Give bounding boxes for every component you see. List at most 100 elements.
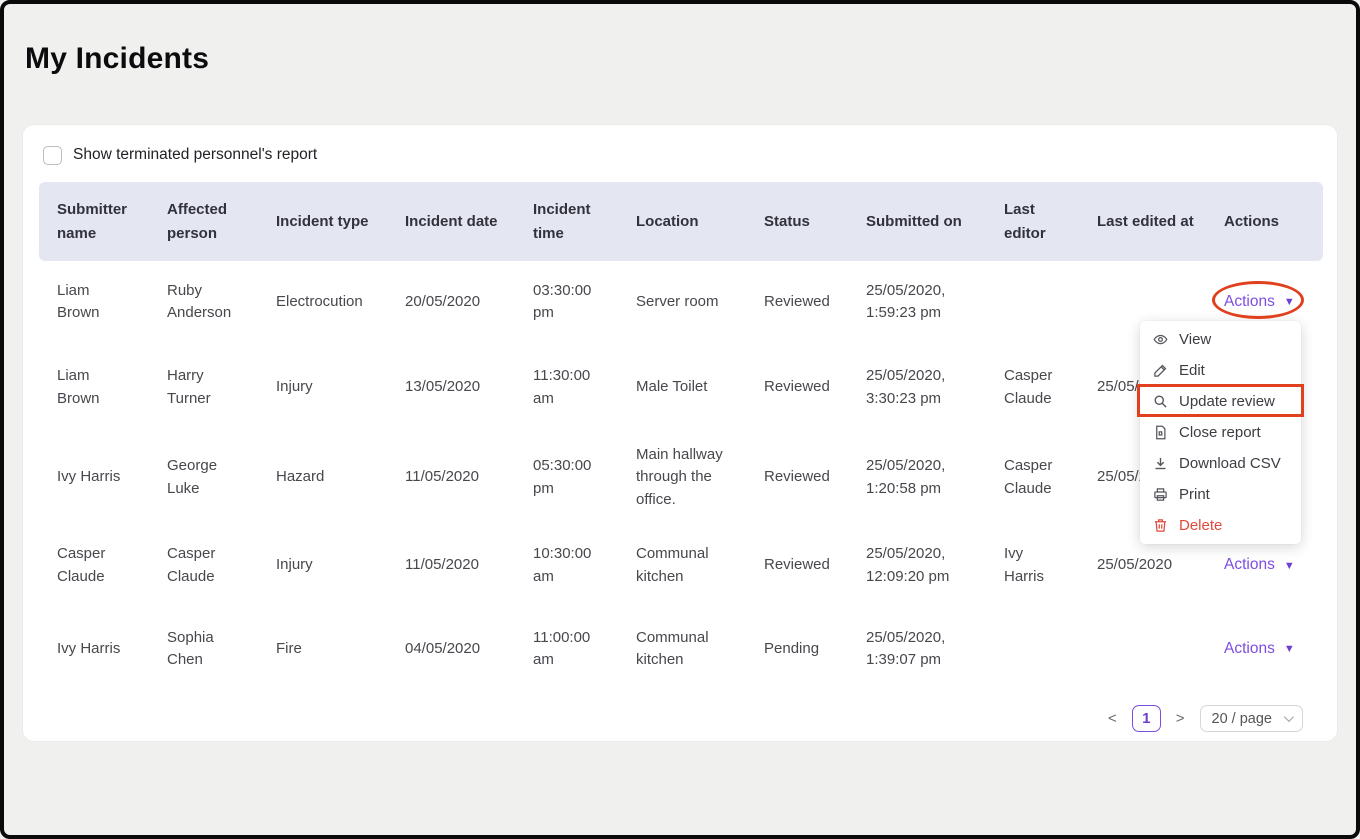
- cell-submitter-name: Ivy Harris: [57, 639, 121, 657]
- cell-submitted-on: 25/05/2020, 1:59:23 pm: [866, 281, 946, 322]
- cell-submitter-name: Liam Brown: [57, 367, 100, 407]
- actions-button-label: Actions: [1224, 556, 1275, 574]
- menu-item-label: View: [1179, 331, 1212, 348]
- col-header-incident-type: Incident type: [276, 212, 369, 230]
- trash-icon: [1154, 519, 1167, 532]
- actions-button-label: Actions: [1224, 292, 1275, 310]
- cell-status: Reviewed: [764, 378, 830, 396]
- cell-submitted-on: 25/05/2020, 12:09:20 pm: [866, 545, 950, 585]
- eye-icon: [1153, 334, 1168, 345]
- menu-item-view[interactable]: View: [1140, 324, 1301, 355]
- cell-incident-type: Electrocution: [276, 292, 363, 310]
- cell-incident-time: 10:30:00 am: [533, 545, 592, 585]
- cell-status: Pending: [764, 639, 820, 657]
- menu-item-label: Update review: [1179, 393, 1275, 410]
- cell-affected-person: George Luke: [167, 457, 218, 497]
- menu-item-label: Delete: [1179, 517, 1223, 534]
- pagination-prev-button[interactable]: <: [1104, 708, 1121, 729]
- menu-item-label: Close report: [1179, 424, 1261, 441]
- cell-incident-date: 20/05/2020: [405, 292, 481, 310]
- cell-incident-time: 03:30:00 pm: [533, 281, 592, 322]
- cell-submitter-name: Liam Brown: [57, 281, 100, 322]
- cell-incident-date: 11/05/2020: [405, 556, 479, 574]
- cell-submitter-name: Ivy Harris: [57, 468, 121, 486]
- menu-item-print[interactable]: Print: [1140, 479, 1301, 510]
- col-header-status: Status: [764, 212, 810, 230]
- cell-status: Reviewed: [764, 468, 830, 486]
- pencil-icon: [1154, 364, 1167, 377]
- incidents-table: Submitter name Affected person Incident …: [39, 182, 1323, 690]
- page-title: My Incidents: [25, 42, 210, 75]
- menu-item-label: Download CSV: [1179, 455, 1281, 472]
- cell-incident-type: Injury: [276, 378, 313, 396]
- cell-submitted-on: 25/05/2020, 1:20:58 pm: [866, 457, 946, 497]
- menu-item-download-csv[interactable]: Download CSV: [1140, 448, 1301, 479]
- menu-item-edit[interactable]: Edit: [1140, 355, 1301, 386]
- pagination-page-1[interactable]: 1: [1131, 705, 1161, 732]
- col-header-submitter-name: Submitter name: [57, 201, 128, 242]
- cell-last-editor: Casper Claude: [1004, 457, 1053, 497]
- cell-location: Communal kitchen: [636, 628, 709, 669]
- cell-incident-time: 11:30:00 am: [533, 367, 591, 407]
- cell-last-edited-at: [1079, 608, 1206, 690]
- pagination: < 1 > 20 / page: [39, 705, 1303, 732]
- show-terminated-label: Show terminated personnel's report: [73, 146, 318, 163]
- cell-status: Reviewed: [764, 556, 830, 574]
- show-terminated-checkbox[interactable]: [43, 145, 62, 165]
- col-header-location: Location: [636, 212, 699, 230]
- cell-submitter-name: Casper Claude: [57, 545, 106, 585]
- actions-button-label: Actions: [1224, 639, 1275, 657]
- cell-incident-date: 11/05/2020: [405, 468, 479, 486]
- caret-down-icon: ▼: [1283, 296, 1295, 309]
- cell-affected-person: Harry Turner: [167, 367, 211, 407]
- menu-item-label: Print: [1179, 486, 1210, 503]
- cell-incident-date: 04/05/2020: [405, 639, 481, 657]
- printer-icon: [1154, 488, 1167, 501]
- cell-incident-time: 11:00:00 am: [533, 628, 591, 669]
- col-header-incident-time: Incident time: [533, 201, 591, 242]
- cell-location: Communal kitchen: [636, 545, 709, 585]
- cell-incident-type: Injury: [276, 556, 313, 574]
- cell-affected-person: Sophia Chen: [167, 628, 214, 669]
- page-size-select[interactable]: 20 / page: [1199, 705, 1303, 732]
- col-header-last-editor: Last editor: [1004, 201, 1046, 242]
- col-header-affected-person: Affected person: [167, 201, 228, 242]
- table-header-row: Submitter name Affected person Incident …: [39, 182, 1323, 261]
- cell-affected-person: Ruby Anderson: [167, 281, 232, 322]
- pagination-next-button[interactable]: >: [1172, 708, 1189, 729]
- cell-location: Main hallway through the office.: [636, 445, 723, 508]
- col-header-actions: Actions: [1224, 212, 1280, 230]
- row-actions-button[interactable]: Actions ▼: [1224, 640, 1295, 658]
- cell-status: Reviewed: [764, 292, 830, 310]
- cell-incident-date: 13/05/2020: [405, 378, 481, 396]
- cell-submitted-on: 25/05/2020, 3:30:23 pm: [866, 367, 946, 407]
- caret-down-icon: ▼: [1283, 559, 1295, 572]
- menu-item-update-review[interactable]: Update review: [1140, 386, 1301, 417]
- table-row: Ivy Harris Sophia Chen Fire 04/05/2020 1…: [39, 608, 1323, 690]
- col-header-submitted-on: Submitted on: [866, 212, 962, 230]
- terminated-filter-row: Show terminated personnel's report: [43, 143, 1321, 167]
- cell-incident-type: Fire: [276, 639, 302, 657]
- cell-location: Server room: [636, 292, 719, 310]
- cell-last-editor: Ivy Harris: [1004, 545, 1044, 585]
- menu-item-delete[interactable]: Delete: [1140, 510, 1301, 541]
- col-header-last-edited-at: Last edited at: [1097, 212, 1194, 230]
- table-row: Ivy Harris George Luke Hazard 11/05/2020…: [39, 432, 1323, 523]
- cell-incident-time: 05:30:00 pm: [533, 457, 592, 497]
- row-actions-button[interactable]: Actions ▼: [1224, 293, 1295, 311]
- actions-dropdown-menu: View Edit Update review Close report Dow…: [1140, 321, 1301, 544]
- table-row: Liam Brown Harry Turner Injury 13/05/202…: [39, 343, 1323, 432]
- table-row: Liam Brown Ruby Anderson Electrocution 2…: [39, 261, 1323, 343]
- caret-down-icon: ▼: [1283, 643, 1295, 656]
- magnifier-icon: [1154, 395, 1167, 408]
- cell-incident-type: Hazard: [276, 468, 325, 486]
- chevron-down-icon: [1283, 712, 1294, 723]
- cell-last-editor: Casper Claude: [1004, 367, 1053, 407]
- download-icon: [1155, 457, 1166, 470]
- menu-item-close-report[interactable]: Close report: [1140, 417, 1301, 448]
- row-actions-button[interactable]: Actions ▼: [1224, 556, 1295, 574]
- cell-affected-person: Casper Claude: [167, 545, 216, 585]
- cell-location: Male Toilet: [636, 378, 708, 396]
- page-size-value: 20 / page: [1211, 710, 1272, 727]
- menu-item-label: Edit: [1179, 362, 1205, 379]
